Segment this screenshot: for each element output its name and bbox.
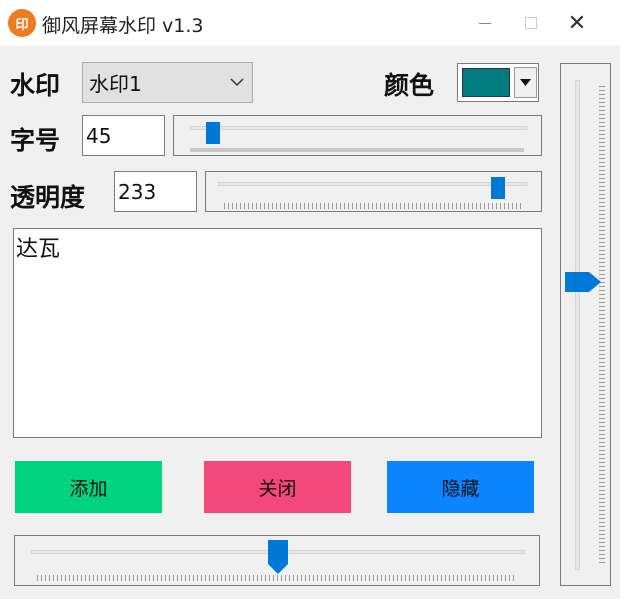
minimize-icon <box>479 22 491 24</box>
opacity-slider[interactable] <box>205 171 542 212</box>
close-window-button[interactable]: ✕ <box>554 0 600 46</box>
opacity-slider-ticks <box>224 203 524 209</box>
maximize-icon <box>525 17 537 29</box>
vertical-slider-ticks <box>599 86 605 564</box>
opacity-value: 233 <box>118 179 157 204</box>
horizontal-position-slider[interactable] <box>14 535 540 586</box>
app-logo-icon: 印 <box>8 9 36 37</box>
font-size-input[interactable]: 45 <box>82 115 165 156</box>
opacity-slider-track <box>218 182 528 186</box>
color-dropdown-button[interactable] <box>514 67 537 98</box>
font-size-slider-thumb[interactable] <box>206 122 221 144</box>
font-size-value: 45 <box>86 123 112 148</box>
watermark-select[interactable]: 水印1 <box>82 62 253 103</box>
watermark-text-area[interactable]: 达瓦 <box>13 228 542 438</box>
maximize-button[interactable] <box>508 0 554 46</box>
opacity-slider-thumb[interactable] <box>491 177 505 199</box>
vertical-position-slider[interactable] <box>560 63 611 586</box>
watermark-label: 水印 <box>10 71 61 100</box>
font-size-label: 字号 <box>10 126 61 155</box>
opacity-input[interactable]: 233 <box>114 171 197 212</box>
horizontal-slider-ticks <box>37 575 517 581</box>
color-swatch <box>462 68 510 97</box>
font-size-slider-track <box>190 126 528 130</box>
close-icon: ✕ <box>567 10 587 36</box>
close-button[interactable]: 关闭 <box>204 461 351 513</box>
watermark-text: 达瓦 <box>16 237 61 262</box>
vertical-slider-track <box>575 80 580 570</box>
vertical-slider-thumb[interactable] <box>565 272 601 292</box>
font-size-slider[interactable] <box>173 115 542 156</box>
dropdown-arrow-icon <box>520 79 531 86</box>
add-button[interactable]: 添加 <box>15 461 162 513</box>
watermark-selected-value: 水印1 <box>89 72 142 96</box>
opacity-label: 透明度 <box>10 183 86 212</box>
minimize-button[interactable] <box>462 0 508 46</box>
window-title: 御风屏幕水印 v1.3 <box>42 15 204 37</box>
color-label: 颜色 <box>384 71 435 100</box>
horizontal-slider-thumb[interactable] <box>268 540 289 574</box>
font-size-slider-ticks <box>190 148 524 152</box>
hide-button[interactable]: 隐藏 <box>387 461 534 513</box>
chevron-down-icon <box>230 78 244 87</box>
color-picker[interactable] <box>457 63 539 102</box>
